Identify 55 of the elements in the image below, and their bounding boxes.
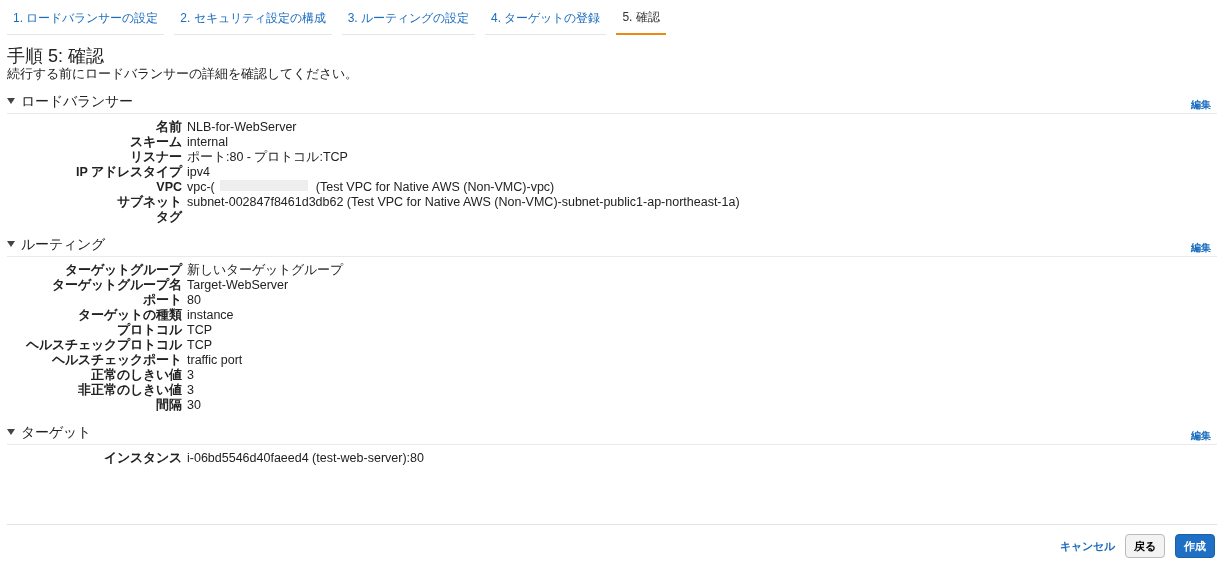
field-value: subnet-002847f8461d3db62 (Test VPC for Native AWS (Non-VMC)-subnet-public1-ap-northeast-1a)	[187, 194, 740, 210]
field-value: TCP	[187, 337, 212, 353]
field-label: ヘルスチェックポート	[51, 352, 182, 368]
field-value: 80	[187, 292, 201, 308]
field-label: インスタンス	[103, 450, 182, 466]
wizard-step-tab[interactable]: 4. ターゲットの登録	[485, 6, 607, 35]
section-title: ロードバランサー	[21, 91, 133, 111]
field-value: NLB-for-WebServer	[187, 119, 297, 135]
field-label: VPC	[155, 179, 182, 195]
field-value: Target-WebServer	[187, 277, 289, 293]
field-value: 30	[187, 397, 201, 413]
field-label: スキーム	[129, 134, 182, 150]
field-label: リスナー	[129, 149, 182, 165]
field-label: 正常のしきい値	[90, 367, 182, 383]
field-label: 間隔	[155, 397, 182, 413]
field-value: 3	[187, 367, 194, 383]
page-description: 続行する前にロードバランサーの詳細を確認してください。	[7, 66, 359, 82]
edit-link[interactable]: 編集	[1191, 427, 1211, 443]
field-label: ターゲットグループ名	[51, 277, 182, 293]
cancel-link[interactable]: キャンセル	[1060, 537, 1115, 554]
field-label: ターゲットの種類	[77, 307, 182, 323]
field-label: IP アドレスタイプ	[74, 164, 182, 180]
field-value: ポート:80 - プロトコル:TCP	[187, 149, 348, 165]
edit-link[interactable]: 編集	[1191, 239, 1211, 255]
field-value: vpc-(	[187, 179, 215, 195]
back-button[interactable]: 戻る	[1125, 533, 1165, 558]
wizard-step-tab[interactable]: 1. ロードバランサーの設定	[7, 6, 165, 35]
wizard-step-tab[interactable]: 5. 確認	[616, 6, 666, 35]
field-label: サブネット	[116, 194, 182, 210]
field-label: 非正常のしきい値	[77, 382, 182, 398]
page-title: 手順 5: 確認	[7, 47, 105, 67]
field-label: ポート	[142, 292, 182, 308]
field-value: traffic port	[187, 352, 243, 368]
field-value: i-06bd5546d40faeed4 (test-web-server):80	[187, 450, 424, 466]
edit-link[interactable]: 編集	[1191, 96, 1211, 112]
field-value: 新しいターゲットグループ	[187, 262, 343, 278]
wizard-step-tab[interactable]: 2. セキュリティ設定の構成	[174, 6, 332, 35]
field-label: ヘルスチェックプロトコル	[25, 337, 182, 353]
field-value: instance	[187, 307, 234, 323]
field-label: 名前	[155, 119, 182, 135]
field-value: ipv4	[187, 164, 210, 180]
field-value: TCP	[187, 322, 212, 338]
wizard-step-tab[interactable]: 3. ルーティングの設定	[341, 6, 476, 35]
field-value: internal	[187, 134, 228, 150]
field-value: (Test VPC for Native AWS (Non-VMC)-vpc)	[315, 179, 555, 195]
field-label: タグ	[155, 209, 182, 225]
section-title: ルーティング	[21, 234, 105, 254]
section-title: ターゲット	[21, 422, 91, 442]
field-value: 3	[187, 382, 194, 398]
field-label: ターゲットグループ	[64, 262, 182, 278]
caret-down-icon[interactable]	[7, 429, 15, 436]
field-label: プロトコル	[116, 322, 182, 338]
create-button[interactable]: 作成	[1175, 533, 1215, 558]
caret-down-icon[interactable]	[7, 241, 15, 248]
caret-down-icon[interactable]	[7, 98, 15, 105]
